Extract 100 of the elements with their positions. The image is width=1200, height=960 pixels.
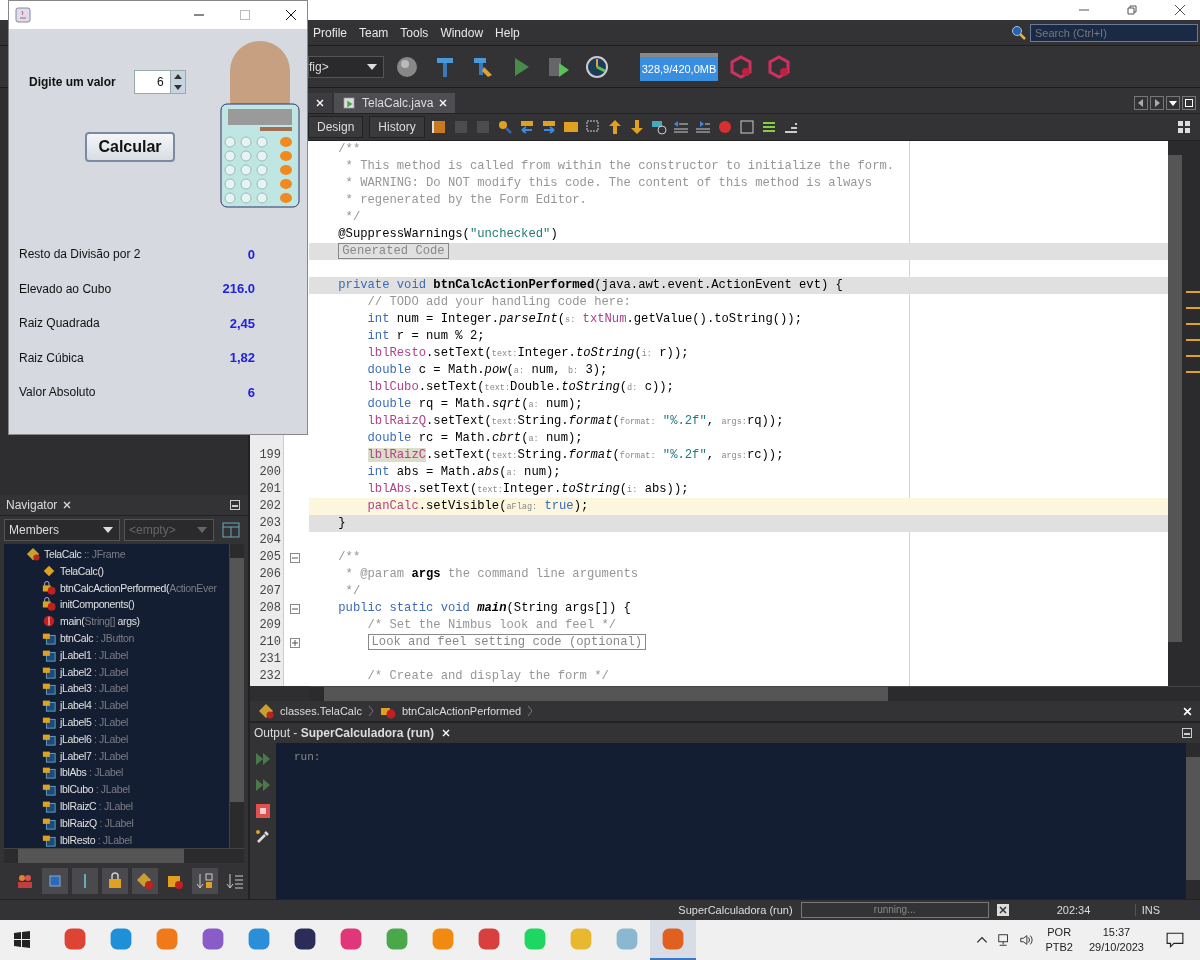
close-icon[interactable] [285,9,297,21]
hexagon-icon[interactable] [729,54,753,79]
scrollbar[interactable] [1186,743,1200,899]
next-icon[interactable] [540,119,557,135]
previous-icon[interactable] [518,119,535,135]
minimize-icon[interactable] [1182,728,1192,738]
bar-icon[interactable] [72,868,98,894]
java-icon [15,7,31,23]
tree-item[interactable]: jLabel3 : JLabel [4,680,229,697]
navigator-tab[interactable]: Navigator [6,497,58,512]
calculate-button[interactable]: Calcular [85,132,175,162]
highlight-icon[interactable] [562,119,579,135]
indent-icon[interactable] [694,119,711,135]
bars-icon[interactable] [760,119,777,135]
collapse-icon[interactable] [290,603,300,614]
collapse-icon[interactable] [290,552,300,563]
tree-item[interactable]: TelaCalc() [4,562,229,580]
back-icon[interactable] [430,119,447,135]
breadcrumb-item[interactable]: btnCalcActionPerformed [401,705,522,717]
tree-item[interactable]: jLabel4 : JLabel [4,696,229,714]
language-indicator[interactable]: POR PTB2 [1045,925,1073,955]
menu-item[interactable]: Tools [400,25,429,40]
lock-icon[interactable] [102,868,128,894]
code-line: double rq = Math.sqrt(a: num); [366,397,583,411]
menu-item[interactable]: Help [495,25,520,40]
config-dropdown[interactable]: fig> [308,55,384,78]
minimize-icon[interactable] [230,499,240,510]
locked-field-icon [42,765,56,780]
scrollbar[interactable] [310,686,1200,701]
restore-icon[interactable] [1126,4,1138,16]
scrollbar[interactable] [4,848,244,863]
double-arrow-icon[interactable] [255,777,271,793]
menu-item[interactable]: Window [440,25,484,40]
tree-item[interactable]: lblCubo : JLabel [4,780,229,798]
locked-method-icon [42,597,56,612]
sort-icon[interactable] [192,868,218,894]
dropdown-icon[interactable] [1166,96,1180,110]
tree-item[interactable]: initComponents() [4,596,229,613]
tree-item[interactable]: jLabel1 : JLabel [4,646,229,664]
square-icon[interactable] [42,868,68,894]
speaker-icon[interactable] [1019,933,1034,947]
file-icon [342,96,356,110]
close-icon[interactable] [1174,4,1186,16]
grid-icon[interactable] [1176,119,1192,135]
scrollbar[interactable] [1168,141,1182,686]
number-spinner[interactable]: 6 [133,70,186,94]
record-icon[interactable] [716,119,733,135]
tree-item[interactable]: lblAbs : JLabel [4,764,229,781]
cancel-icon[interactable] [996,904,1009,916]
class-icon[interactable] [132,868,158,894]
value-label: Digite um valor [29,75,116,89]
code-line: * WARNING: Do NOT modify this code. The content of this method is always [344,176,873,190]
globe-icon[interactable] [395,54,419,79]
scrollbar[interactable] [229,543,244,848]
comment-icon[interactable] [650,119,667,135]
tree-item[interactable]: TelaCalc :: JFrame [4,545,229,563]
tree-item[interactable]: btnCalc : JButton [4,629,229,647]
tree-item[interactable]: main(String[] args) [4,612,229,630]
caret-icon [197,526,207,533]
breadcrumb-item[interactable]: classes.TelaCalc [280,705,362,717]
mode-button[interactable]: Design [308,116,364,138]
tree-item[interactable]: jLabel5 : JLabel [4,713,229,731]
menu-item[interactable]: Profile [313,25,347,40]
maximize-icon[interactable] [1182,96,1196,110]
editor-tab[interactable] [308,93,332,113]
hexagon-icon[interactable] [767,54,791,79]
tree-item[interactable]: jLabel7 : JLabel [4,747,229,764]
clock[interactable]: 15:37 29/10/2023 [1088,925,1144,955]
code-line: lblRaizQ.setText(text:String.format(format: "%.2f", args:rq)); [366,414,784,428]
selection-icon[interactable] [584,119,601,135]
double-arrow-icon[interactable] [255,751,271,767]
maximize-icon [239,9,251,21]
stop-icon[interactable] [255,803,271,819]
tree-item[interactable]: btnCalcActionPerformed(ActionEver [4,579,229,597]
tree-item[interactable]: lblRaizC : JLabel [4,797,229,815]
tree-item[interactable]: lblResto : JLabel [4,831,229,848]
tree-item[interactable]: lblRaizQ : JLabel [4,814,229,832]
notification-icon[interactable] [1166,931,1184,949]
mode-button[interactable]: History [369,116,425,138]
search-field[interactable]: Search (Ctrl+I) [1030,23,1198,42]
expand-icon[interactable] [290,637,300,648]
outdent-icon[interactable] [672,119,689,135]
code-line: /** [337,142,361,156]
editor-tab[interactable]: TelaCalc.java [334,93,456,113]
tree-item[interactable]: jLabel2 : JLabel [4,663,229,681]
result-value: 2,45 [229,315,255,331]
start-icon[interactable] [12,930,32,950]
search-icon[interactable] [1010,24,1028,41]
line-number: 200 [259,465,281,479]
members-dropdown[interactable]: Members [4,518,120,541]
find-icon[interactable] [496,119,513,135]
code-editor[interactable] [309,141,1168,686]
output-tab[interactable]: Output - SuperCalculadora (run) [254,726,435,740]
code-line: * This method is called from within the constructor to initialize the form. [344,159,895,173]
menu-item[interactable]: Team [359,25,389,40]
tree-item[interactable]: jLabel6 : JLabel [4,730,229,748]
code-line: * regenerated by the Form Editor. [344,193,587,207]
wrench-icon[interactable] [255,829,271,845]
result-label: Valor Absoluto [19,385,96,399]
gauge-icon[interactable] [585,54,609,79]
